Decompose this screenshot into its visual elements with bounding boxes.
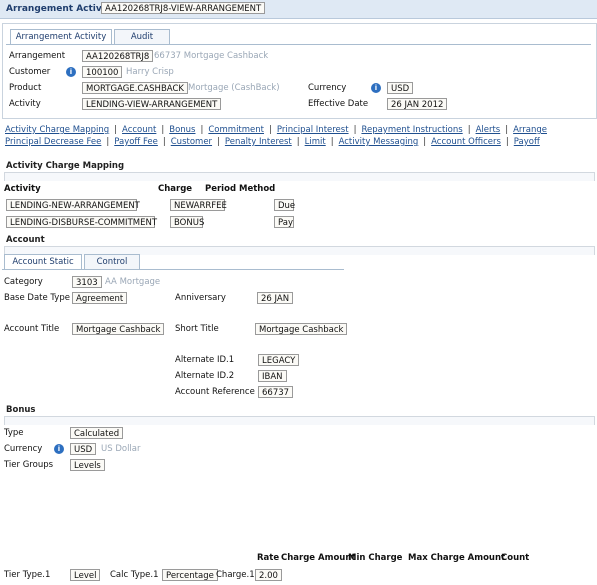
section-divider [4, 172, 595, 181]
link-principal-interest[interactable]: Principal Interest [277, 125, 349, 135]
link-bonus[interactable]: Bonus [169, 125, 195, 135]
tier-type-label: Tier Type.1 [4, 570, 51, 580]
base-date-type-label: Base Date Type [4, 293, 70, 303]
account-title-label: Account Title [4, 324, 60, 334]
acm-row-activity[interactable]: LENDING-NEW-ARRANGEMENT [6, 199, 140, 211]
col-count: Count [501, 553, 530, 563]
alternate-id2-field[interactable]: IBAN [258, 370, 287, 382]
product-desc: Mortgage (CashBack) [188, 83, 280, 93]
link-activity-charge-mapping[interactable]: Activity Charge Mapping [5, 125, 109, 135]
bonus-type-field[interactable]: Calculated [70, 427, 124, 439]
customer-field[interactable]: 100100 [82, 66, 123, 78]
bonus-currency-field[interactable]: USD [70, 443, 97, 455]
acm-row-method[interactable]: Pay [274, 216, 294, 228]
section-bonus: Bonus [6, 405, 36, 415]
tab-control[interactable]: Control [84, 254, 140, 269]
product-field[interactable]: MORTGAGE.CASHBACK [82, 82, 188, 94]
tab-arrangement-activity[interactable]: Arrangement Activity [10, 29, 112, 44]
arrangement-label: Arrangement [9, 51, 66, 61]
link-penalty-interest[interactable]: Penalty Interest [225, 137, 292, 147]
acm-row-charge[interactable]: BONUS [170, 216, 204, 228]
info-icon[interactable]: i [66, 67, 76, 77]
short-title-label: Short Title [175, 324, 219, 334]
arrangement-desc: 66737 Mortgage Cashback [154, 51, 269, 61]
tab-divider [6, 44, 591, 45]
bonus-currency-desc: US Dollar [101, 444, 141, 454]
link-commitment[interactable]: Commitment [208, 125, 264, 135]
account-reference-label: Account Reference [175, 387, 255, 397]
alternate-id2-label: Alternate ID.2 [175, 371, 235, 381]
acm-col-period-method: Period Method [205, 184, 276, 194]
link-payoff[interactable]: Payoff [514, 137, 540, 147]
link-activity-messaging[interactable]: Activity Messaging [339, 137, 419, 147]
link-customer[interactable]: Customer [171, 137, 212, 147]
link-arrange[interactable]: Arrange [513, 125, 547, 135]
window-title: Arrangement Activity [6, 4, 116, 14]
acm-row-charge[interactable]: NEWARRFEE [170, 199, 227, 211]
acm-col-charge: Charge [158, 184, 193, 194]
tab-audit[interactable]: Audit [114, 29, 170, 44]
acm-col-activity: Activity [4, 184, 41, 194]
link-principal-decrease-fee[interactable]: Principal Decrease Fee [5, 137, 101, 147]
link-payoff-fee[interactable]: Payoff Fee [114, 137, 158, 147]
link-limit[interactable]: Limit [305, 137, 326, 147]
link-account-officers[interactable]: Account Officers [431, 137, 501, 147]
tab-divider [2, 269, 344, 270]
link-repayment-instructions[interactable]: Repayment Instructions [361, 125, 462, 135]
tier-groups-field[interactable]: Levels [70, 459, 105, 471]
acm-row-activity[interactable]: LENDING-DISBURSE-COMMITMENT [6, 216, 157, 228]
nav-links-row2: Principal Decrease Fee | Payoff Fee | Custom… [5, 137, 540, 147]
link-account[interactable]: Account [122, 125, 156, 135]
activity-label: Activity [9, 99, 41, 109]
alternate-id1-field[interactable]: LEGACY [258, 354, 300, 366]
tier-type-field[interactable]: Level [70, 569, 101, 581]
customer-desc: Harry Crisp [126, 67, 174, 77]
bonus-currency-label: Currency [4, 444, 43, 454]
category-label: Category [4, 277, 43, 287]
acm-row-method[interactable]: Due [274, 199, 295, 211]
col-max-charge-amount: Max Charge Amount [408, 553, 506, 563]
account-title-field[interactable]: Mortgage Cashback [72, 323, 165, 335]
title-bar: Arrangement Activity AA120268TRJ8-VIEW-A… [0, 0, 597, 19]
info-icon[interactable]: i [54, 444, 64, 454]
product-label: Product [9, 83, 42, 93]
section-divider [4, 416, 595, 425]
section-activity-charge-mapping: Activity Charge Mapping [6, 161, 125, 171]
category-desc: AA Mortgage [105, 277, 161, 287]
col-rate: Rate [257, 553, 280, 563]
effective-date-label: Effective Date [308, 99, 369, 109]
alternate-id1-label: Alternate ID.1 [175, 355, 235, 365]
customer-label: Customer [9, 67, 51, 77]
anniversary-field[interactable]: 26 JAN [257, 292, 294, 304]
charge-field[interactable]: 2.00 [255, 569, 282, 581]
effective-date-field[interactable]: 26 JAN 2012 [387, 98, 448, 110]
col-min-charge: Min Charge [348, 553, 403, 563]
activity-field[interactable]: LENDING-VIEW-ARRANGEMENT [82, 98, 222, 110]
charge-label: Charge.1 [216, 570, 255, 580]
currency-field[interactable]: USD [387, 82, 414, 94]
short-title-field[interactable]: Mortgage Cashback [255, 323, 348, 335]
link-alerts[interactable]: Alerts [476, 125, 501, 135]
section-account: Account [6, 235, 45, 245]
col-charge-amount: Charge Amount [281, 553, 356, 563]
anniversary-label: Anniversary [175, 293, 226, 303]
arrangement-id-field[interactable]: AA120268TRJ8-VIEW-ARRANGEMENT [101, 2, 266, 14]
account-reference-field[interactable]: 66737 [258, 386, 294, 398]
info-icon[interactable]: i [371, 83, 381, 93]
base-date-type-field[interactable]: Agreement [72, 292, 128, 304]
currency-label: Currency [308, 83, 347, 93]
calc-type-label: Calc Type.1 [110, 570, 159, 580]
category-field[interactable]: 3103 [72, 276, 102, 288]
bonus-type-label: Type [4, 428, 24, 438]
tier-groups-label: Tier Groups [4, 460, 54, 470]
nav-links-row1: Activity Charge Mapping | Account | Bonus | Co… [5, 125, 547, 135]
calc-type-field[interactable]: Percentage [162, 569, 218, 581]
tab-account-static[interactable]: Account Static [4, 254, 82, 269]
arrangement-field[interactable]: AA120268TRJ8 [82, 50, 154, 62]
